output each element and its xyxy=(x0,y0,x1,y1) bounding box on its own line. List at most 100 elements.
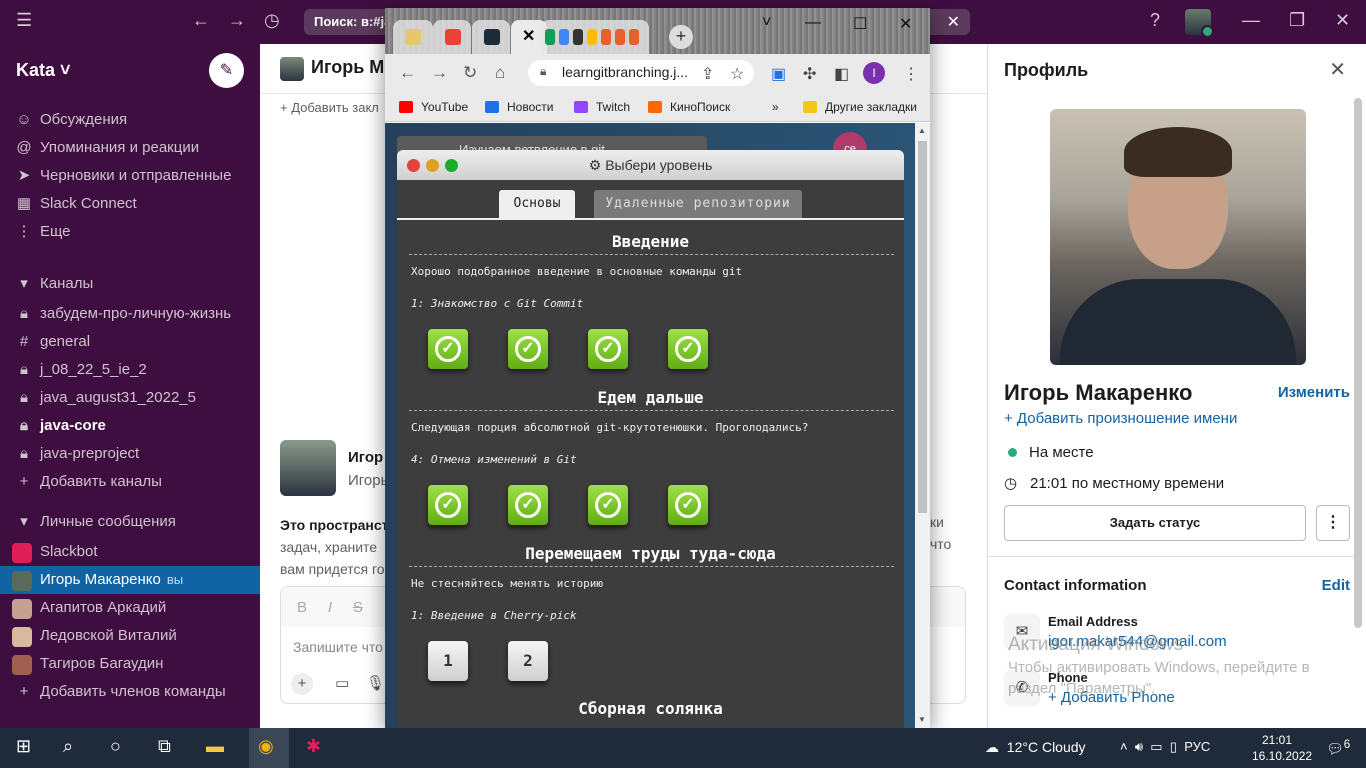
level-button-completed[interactable]: ✓ xyxy=(508,329,548,369)
sidebar-item-channel[interactable]: 🔒︎ java-core xyxy=(12,413,260,439)
home-icon[interactable]: ⌂ xyxy=(495,63,505,83)
page-scrollbar[interactable]: ▲ ▼ xyxy=(915,123,930,728)
sidebar-item-dm[interactable]: Ледовской Виталий xyxy=(12,623,260,649)
file-explorer-icon[interactable]: ▬ xyxy=(206,736,224,757)
close-icon[interactable]: ✕ xyxy=(1329,57,1346,82)
minimize-dialog-icon[interactable] xyxy=(426,159,439,172)
kebab-menu-icon[interactable]: ⋮ xyxy=(903,64,919,84)
extensions-puzzle-icon[interactable]: ✣ xyxy=(803,64,816,84)
level-button[interactable]: 1 xyxy=(428,641,468,681)
close-tab-icon[interactable]: ✕ xyxy=(522,26,535,46)
sidebar-item-dm[interactable]: Агапитов Аркадий xyxy=(12,595,260,621)
search-icon[interactable]: ⌕ xyxy=(63,736,73,757)
italic-icon[interactable]: I xyxy=(328,599,332,616)
reload-icon[interactable]: ↻ xyxy=(463,63,477,83)
channels-header[interactable]: ▾ Каналы xyxy=(12,271,260,297)
level-button-completed[interactable]: ✓ xyxy=(428,329,468,369)
clear-search-icon[interactable]: ✕ xyxy=(947,12,960,32)
share-icon[interactable]: ⇪ xyxy=(701,64,714,84)
level-button[interactable]: 2 xyxy=(508,641,548,681)
back-arrow-icon[interactable]: ← xyxy=(192,10,210,31)
level-button-completed[interactable]: ✓ xyxy=(668,485,708,525)
side-panel-icon[interactable]: ◧ xyxy=(834,64,849,84)
bold-icon[interactable]: B xyxy=(297,599,307,616)
sidebar-item-more[interactable]: ⋮ Еще xyxy=(12,219,260,245)
menu-icon[interactable]: ☰ xyxy=(16,10,32,31)
bookmark-star-icon[interactable]: ☆ xyxy=(730,64,744,84)
level-button-completed[interactable]: ✓ xyxy=(428,485,468,525)
sidebar-item-channel[interactable]: 🔒︎ j_08_22_5_ie_2 xyxy=(12,357,260,383)
language-indicator[interactable]: РУС xyxy=(1184,739,1210,754)
profile-avatar[interactable]: I xyxy=(863,62,885,84)
scroll-down-icon[interactable]: ▼ xyxy=(918,715,926,724)
sidebar-item-dm[interactable]: Тагиров Багаудин xyxy=(12,651,260,677)
minimize-icon[interactable]: — xyxy=(1242,10,1260,31)
attach-plus-icon[interactable]: + xyxy=(291,673,313,695)
add-channels-button[interactable]: + Добавить каналы xyxy=(12,469,260,495)
chrome-icon[interactable]: ◉ xyxy=(258,736,274,757)
video-icon[interactable]: ▭ xyxy=(335,675,349,692)
channel-title[interactable]: Игорь Ма xyxy=(311,57,394,78)
tab-search-icon[interactable]: ˅ xyxy=(762,14,771,32)
add-bookmark-button[interactable]: + Добавить закл xyxy=(280,100,379,115)
edit-contact-link[interactable]: Edit xyxy=(1322,577,1350,594)
clock[interactable]: 21:01 16.10.2022 xyxy=(1252,732,1312,764)
maximize-icon[interactable]: ❐ xyxy=(1289,10,1305,31)
sidebar-item-mentions[interactable]: @ Упоминания и реакции xyxy=(12,135,260,161)
slack-icon[interactable]: ✱ xyxy=(306,736,321,757)
task-view-icon[interactable]: ⧉ xyxy=(158,736,171,757)
tray-expand-icon[interactable]: ˄ xyxy=(1120,739,1128,754)
battery-icon[interactable]: ▯ xyxy=(1170,739,1177,754)
history-icon[interactable]: ◷ xyxy=(264,10,280,31)
dms-header[interactable]: ▾ Личные сообщения xyxy=(12,509,260,535)
user-avatar[interactable] xyxy=(1185,9,1214,38)
zoom-dialog-icon[interactable] xyxy=(445,159,458,172)
address-bar[interactable]: 🔒︎ learngitbranching.j... xyxy=(528,60,754,86)
more-options-button[interactable]: ⋮ xyxy=(1316,505,1350,541)
scroll-thumb[interactable] xyxy=(918,141,927,513)
other-bookmarks-folder[interactable]: Другие закладки xyxy=(803,100,917,114)
sidebar-item-channel[interactable]: # general xyxy=(12,329,260,355)
help-icon[interactable]: ? xyxy=(1150,10,1160,31)
strikethrough-icon[interactable]: S xyxy=(353,599,363,616)
level-button-completed[interactable]: ✓ xyxy=(668,329,708,369)
browser-tab[interactable] xyxy=(472,20,510,54)
forward-icon[interactable]: → xyxy=(431,63,448,83)
level-button-completed[interactable]: ✓ xyxy=(588,329,628,369)
sidebar-item-dm[interactable]: Slackbot xyxy=(12,539,260,565)
mic-icon[interactable]: 🎙︎ xyxy=(366,675,385,692)
browser-tab-gmail[interactable] xyxy=(433,20,471,54)
message-input[interactable]: Запишите что xyxy=(293,639,383,655)
add-pronunciation-link[interactable]: + Добавить произношение имени xyxy=(1004,410,1237,427)
scrollbar[interactable] xyxy=(1354,98,1362,628)
close-window-icon[interactable]: ✕ xyxy=(1335,10,1350,31)
network-icon[interactable]: ▭ xyxy=(1150,739,1162,754)
edit-profile-link[interactable]: Изменить xyxy=(1278,384,1350,401)
tab-main[interactable]: Основы xyxy=(499,190,575,218)
bookmark-kinopoisk[interactable]: КиноПоиск xyxy=(648,100,730,114)
workspace-switcher[interactable]: Kata ˅ xyxy=(16,60,71,81)
close-dialog-icon[interactable] xyxy=(407,159,420,172)
sidebar-item-drafts[interactable]: ➤ Черновики и отправленные xyxy=(12,163,260,189)
maximize-icon[interactable]: ☐ xyxy=(853,14,867,34)
bookmark-twitch[interactable]: Twitch xyxy=(574,100,630,114)
more-bookmarks-button[interactable]: » xyxy=(772,100,779,114)
browser-tab-group[interactable] xyxy=(541,20,649,54)
windows-start-icon[interactable]: ⊞ xyxy=(16,736,31,757)
back-icon[interactable]: ← xyxy=(399,63,416,83)
sidebar-item-channel[interactable]: 🔒︎ java-preproject xyxy=(12,441,260,467)
add-members-button[interactable]: + Добавить членов команды xyxy=(12,679,260,705)
level-button-completed[interactable]: ✓ xyxy=(508,485,548,525)
bookmark-news[interactable]: Новости xyxy=(485,100,553,114)
profile-photo[interactable] xyxy=(1050,109,1306,365)
sidebar-item-dm-self[interactable]: Игорь Макаренко вы xyxy=(12,567,260,593)
forward-arrow-icon[interactable]: → xyxy=(228,10,246,31)
extension-icon[interactable]: ▣ xyxy=(771,64,786,84)
sidebar-item-channel[interactable]: 🔒︎ забудем-про-личную-жизнь xyxy=(12,301,260,327)
browser-tab[interactable] xyxy=(393,20,433,54)
tab-remote[interactable]: Удаленные репозитории xyxy=(594,190,802,218)
level-button-completed[interactable]: ✓ xyxy=(588,485,628,525)
cortana-icon[interactable]: ○ xyxy=(110,736,121,757)
compose-button[interactable]: ✎ xyxy=(209,53,244,88)
sidebar-item-threads[interactable]: ☺ Обсуждения xyxy=(12,107,260,133)
